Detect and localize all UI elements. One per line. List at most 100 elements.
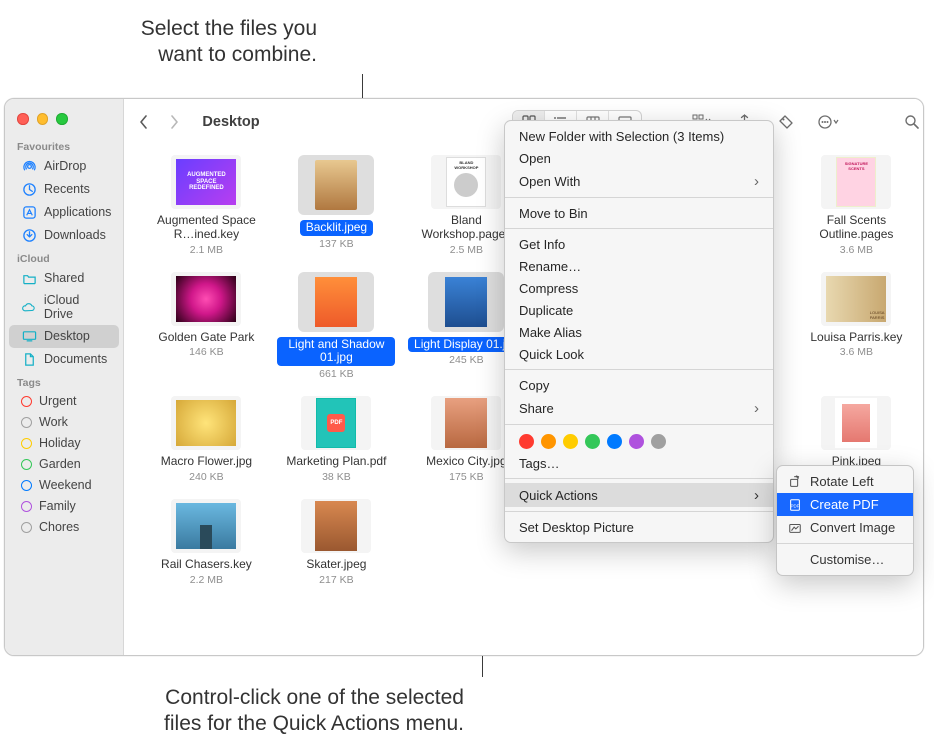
sidebar-item-airdrop[interactable]: AirDrop [9, 155, 119, 178]
file-name: Marketing Plan.pdf [286, 455, 386, 469]
file-item[interactable]: Backlit.jpeg137 KB [276, 155, 396, 256]
menu-item[interactable]: Make Alias [505, 321, 773, 343]
sidebar-item-downloads[interactable]: Downloads [9, 224, 119, 247]
annotation-top: Select the files you want to combine. [92, 16, 317, 69]
file-size: 175 KB [449, 471, 483, 483]
menu-item[interactable]: Tags… [505, 452, 773, 474]
file-name: Augmented Space R…ined.key [147, 214, 265, 242]
submenu-item[interactable]: Customise… [777, 548, 913, 571]
action-button[interactable] [814, 110, 842, 134]
file-item[interactable]: PDFMarketing Plan.pdf38 KB [276, 396, 396, 483]
menu-item-label: Set Desktop Picture [519, 520, 634, 535]
menu-item[interactable]: Move to Bin [505, 202, 773, 224]
menu-separator [505, 197, 773, 198]
file-thumbnail: LOUISAPARRIS [821, 272, 891, 326]
menu-item[interactable]: New Folder with Selection (3 Items) [505, 125, 773, 147]
menu-item-label: Copy [519, 378, 549, 393]
sidebar-item-label: Shared [44, 271, 84, 285]
menu-item-label: New Folder with Selection (3 Items) [519, 129, 724, 144]
file-name: Rail Chasers.key [161, 558, 252, 572]
menu-item[interactable]: Share [505, 396, 773, 420]
menu-item[interactable]: Open With [505, 169, 773, 193]
submenu-item[interactable]: PDFCreate PDF [777, 493, 913, 516]
sidebar-item-urgent[interactable]: Urgent [9, 391, 119, 412]
tag-swatch[interactable] [629, 434, 644, 449]
file-item[interactable]: Macro Flower.jpg240 KB [146, 396, 266, 483]
close-window-button[interactable] [17, 113, 29, 125]
context-menu: New Folder with Selection (3 Items) Open O… [504, 120, 774, 543]
tag-swatch[interactable] [563, 434, 578, 449]
tags-button[interactable] [772, 110, 800, 134]
file-thumbnail: BLANDWORKSHOP [431, 155, 501, 209]
file-size: 2.1 MB [190, 244, 223, 256]
file-thumbnail: SIGNATURESCENTS [821, 155, 891, 209]
search-button[interactable] [898, 110, 924, 134]
convert-icon [787, 520, 803, 536]
sidebar-item-applications[interactable]: Applications [9, 201, 119, 224]
menu-separator [777, 543, 913, 544]
zoom-window-button[interactable] [56, 113, 68, 125]
menu-item[interactable]: Set Desktop Picture [505, 516, 773, 538]
file-size: 661 KB [319, 368, 353, 380]
back-button[interactable] [136, 112, 152, 132]
submenu-item[interactable]: Rotate Left [777, 470, 913, 493]
file-thumbnail [171, 272, 241, 326]
menu-item-label: Quick Look [519, 347, 584, 362]
menu-item[interactable]: Copy [505, 374, 773, 396]
sidebar-item-recents[interactable]: Recents [9, 178, 119, 201]
desktop-icon [21, 328, 37, 344]
menu-item[interactable]: Rename… [505, 255, 773, 277]
sidebar-item-chores[interactable]: Chores [9, 517, 119, 538]
tag-swatch[interactable] [607, 434, 622, 449]
tag-swatch[interactable] [585, 434, 600, 449]
tag-swatch[interactable] [651, 434, 666, 449]
file-item[interactable]: Skater.jpeg 217 KB [276, 499, 396, 586]
file-size: 217 KB [319, 574, 353, 586]
file-item[interactable]: AUGMENTEDSPACEREDEFINED Augmented Space R… [146, 155, 266, 256]
window-controls [5, 107, 123, 135]
file-thumbnail [171, 499, 241, 553]
sidebar-item-work[interactable]: Work [9, 412, 119, 433]
submenu-item[interactable]: Convert Image [777, 516, 913, 539]
file-name: Skater.jpeg [306, 558, 366, 572]
menu-item[interactable]: Compress [505, 277, 773, 299]
menu-item[interactable]: Open [505, 147, 773, 169]
menu-item[interactable]: Quick Look [505, 343, 773, 365]
file-thumbnail: PDF [301, 396, 371, 450]
sidebar-item-icloud-drive[interactable]: iCloud Drive [9, 290, 119, 325]
file-item[interactable]: Light and Shadow 01.jpg661 KB [276, 272, 396, 381]
annotation-bottom: Control-click one of the selected files … [44, 685, 464, 738]
sidebar-item-weekend[interactable]: Weekend [9, 475, 119, 496]
file-name: Macro Flower.jpg [161, 455, 252, 469]
file-thumbnail: AUGMENTEDSPACEREDEFINED [171, 155, 241, 209]
menu-item[interactable]: Quick Actions [505, 483, 773, 507]
file-size: 245 KB [449, 354, 483, 366]
tag-swatch[interactable] [541, 434, 556, 449]
sidebar-item-label: Work [39, 415, 68, 429]
sidebar: FavouritesAirDropRecentsApplicationsDown… [5, 99, 124, 655]
cloud-icon [21, 299, 37, 315]
sidebar-item-desktop[interactable]: Desktop [9, 325, 119, 348]
file-name: Backlit.jpeg [300, 220, 373, 236]
menu-item[interactable]: Duplicate [505, 299, 773, 321]
forward-button[interactable] [166, 112, 182, 132]
sidebar-item-holiday[interactable]: Holiday [9, 433, 119, 454]
menu-item[interactable]: Get Info [505, 233, 773, 255]
sidebar-item-label: AirDrop [44, 159, 86, 173]
file-item[interactable]: LOUISAPARRISLouisa Parris.key3.6 MB [796, 272, 916, 381]
svg-text:PDF: PDF [791, 503, 800, 508]
file-item[interactable]: Golden Gate Park146 KB [146, 272, 266, 381]
minimize-window-button[interactable] [37, 113, 49, 125]
sidebar-item-documents[interactable]: Documents [9, 348, 119, 371]
tag-swatch[interactable] [519, 434, 534, 449]
file-size: 2.5 MB [450, 244, 483, 256]
file-item[interactable]: SIGNATURESCENTSFall Scents Outline.pages… [796, 155, 916, 256]
file-item[interactable]: Rail Chasers.key2.2 MB [146, 499, 266, 586]
file-size: 3.6 MB [840, 346, 873, 358]
menu-item-label: Make Alias [519, 325, 582, 340]
sidebar-item-shared[interactable]: Shared [9, 267, 119, 290]
sidebar-item-garden[interactable]: Garden [9, 454, 119, 475]
sidebar-item-label: Applications [44, 205, 111, 219]
sidebar-item-family[interactable]: Family [9, 496, 119, 517]
menu-item-label: Open [519, 151, 551, 166]
